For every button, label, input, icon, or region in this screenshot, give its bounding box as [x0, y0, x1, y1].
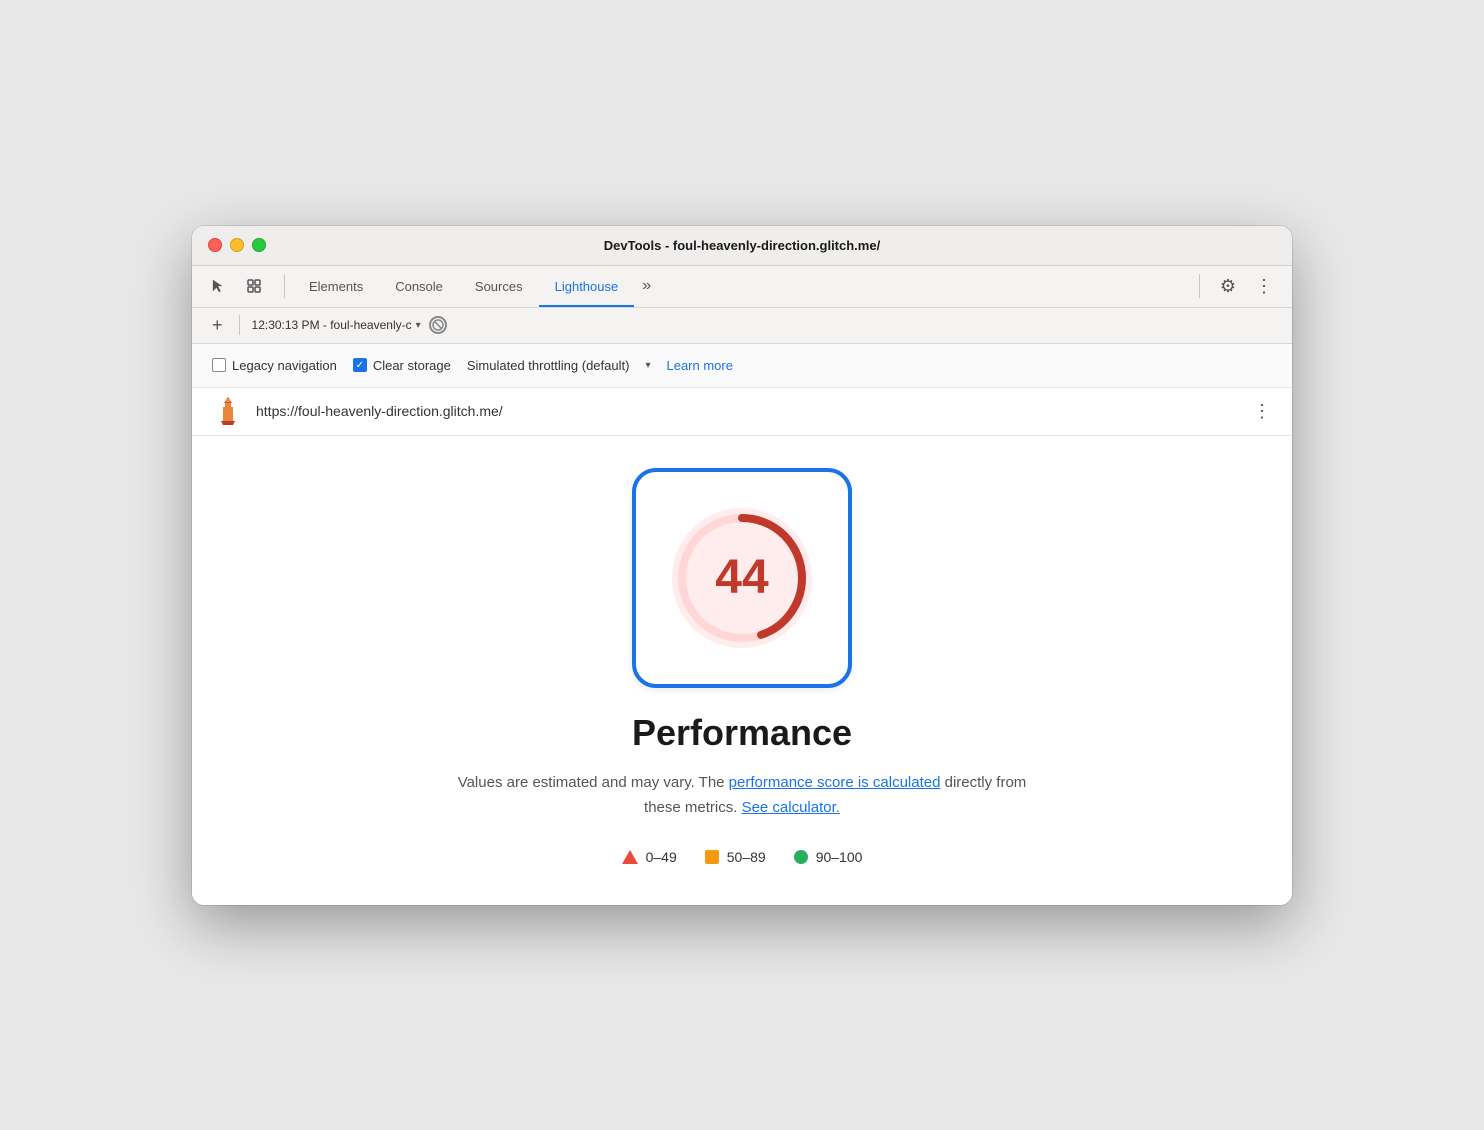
legacy-navigation-label: Legacy navigation: [232, 358, 337, 373]
devtools-right-icons: ⚙ ⋮: [1191, 270, 1280, 302]
score-gauge-container: 44: [632, 468, 852, 688]
window-title: DevTools - foul-heavenly-direction.glitc…: [604, 238, 880, 253]
settings-icon[interactable]: ⚙: [1212, 270, 1244, 302]
devtools-left-icons: [204, 272, 268, 300]
tab-more-button[interactable]: »: [634, 266, 659, 307]
clear-storage-option: ✓ Clear storage: [353, 358, 451, 373]
legacy-navigation-option: Legacy navigation: [212, 358, 337, 373]
tab-sources[interactable]: Sources: [459, 266, 539, 307]
url-row: https://foul-heavenly-direction.glitch.m…: [192, 388, 1292, 436]
page-url: https://foul-heavenly-direction.glitch.m…: [256, 403, 1241, 419]
devtools-tab-bar: Elements Console Sources Lighthouse » ⚙ …: [192, 266, 1292, 308]
category-title: Performance: [632, 712, 852, 754]
score-card: 44: [632, 468, 852, 688]
tab-lighthouse[interactable]: Lighthouse: [539, 266, 635, 307]
maximize-button[interactable]: [252, 238, 266, 252]
tab-console[interactable]: Console: [379, 266, 459, 307]
legend-green-range: 90–100: [816, 849, 863, 865]
calculator-link[interactable]: See calculator.: [742, 799, 840, 816]
throttling-option: Simulated throttling (default): [467, 358, 630, 373]
clear-storage-checkbox[interactable]: ✓: [353, 358, 367, 372]
legend-item-red: 0–49: [622, 849, 677, 865]
learn-more-link[interactable]: Learn more: [666, 358, 732, 373]
timestamp-dropdown[interactable]: ▾: [416, 320, 421, 331]
stop-reload-button[interactable]: [429, 316, 447, 334]
close-button[interactable]: [208, 238, 222, 252]
add-report-button[interactable]: +: [208, 316, 227, 334]
legend-item-green: 90–100: [794, 849, 863, 865]
description-prefix: Values are estimated and may vary. The: [458, 774, 729, 791]
score-circle: 44: [672, 508, 812, 648]
throttling-dropdown-arrow: ▾: [645, 360, 650, 371]
lighthouse-app-icon: [212, 395, 244, 427]
tab-divider-right: [1199, 274, 1200, 298]
lighthouse-toolbar: + 12:30:13 PM - foul-heavenly-c ▾: [192, 308, 1292, 344]
performance-score-link[interactable]: performance score is calculated: [729, 774, 941, 791]
options-row: Legacy navigation ✓ Clear storage Simula…: [192, 344, 1292, 388]
toolbar-divider: [239, 315, 240, 335]
title-bar: DevTools - foul-heavenly-direction.glitc…: [192, 226, 1292, 266]
tab-elements[interactable]: Elements: [293, 266, 379, 307]
legend-item-yellow: 50–89: [705, 849, 766, 865]
legend-row: 0–49 50–89 90–100: [622, 849, 863, 865]
cursor-icon[interactable]: [204, 272, 232, 300]
minimize-button[interactable]: [230, 238, 244, 252]
legacy-navigation-checkbox[interactable]: [212, 358, 226, 372]
report-timestamp: 12:30:13 PM - foul-heavenly-c ▾: [252, 318, 421, 332]
legend-red-range: 0–49: [646, 849, 677, 865]
yellow-square-icon: [705, 850, 719, 864]
legend-yellow-range: 50–89: [727, 849, 766, 865]
traffic-lights: [208, 238, 266, 252]
layers-icon[interactable]: [240, 272, 268, 300]
red-triangle-icon: [622, 850, 638, 864]
tab-divider-left: [284, 274, 285, 298]
throttling-label: Simulated throttling (default): [467, 358, 630, 373]
score-value: 44: [715, 550, 768, 605]
throttling-dropdown[interactable]: ▾: [645, 360, 650, 371]
devtools-window: DevTools - foul-heavenly-direction.glitc…: [192, 226, 1292, 905]
clear-storage-label: Clear storage: [373, 358, 451, 373]
main-content: 44 Performance Values are estimated and …: [192, 436, 1292, 905]
url-more-options-icon[interactable]: ⋮: [1253, 401, 1272, 422]
tab-list: Elements Console Sources Lighthouse »: [293, 266, 659, 307]
more-options-icon[interactable]: ⋮: [1248, 270, 1280, 302]
green-circle-icon: [794, 850, 808, 864]
description-text: Values are estimated and may vary. The p…: [442, 770, 1042, 821]
